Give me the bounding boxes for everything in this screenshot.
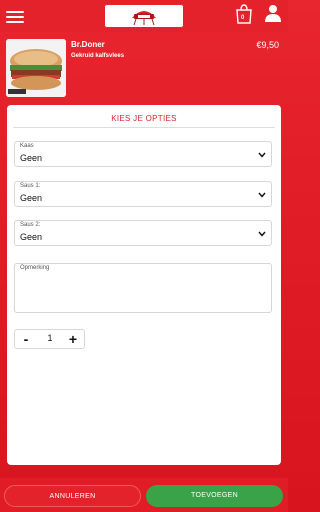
saus2-select[interactable]: Saus 2: Geen	[14, 220, 272, 246]
remark-label: Opmerking	[20, 265, 50, 271]
saus1-value: Geen	[20, 193, 43, 203]
saus2-label: Saus 2:	[20, 222, 41, 228]
product-price: €9,50	[256, 40, 279, 50]
cart-count: 0	[241, 15, 245, 21]
add-to-cart-button[interactable]: TOEVOEGEN	[146, 485, 283, 507]
product-image	[6, 39, 66, 97]
restaurant-logo[interactable]	[105, 5, 183, 27]
top-bar: 0	[0, 0, 288, 32]
kaas-label: Kaas	[20, 143, 34, 149]
saus2-value: Geen	[20, 232, 43, 242]
product-name: Br.Doner	[71, 40, 105, 49]
chevron-down-icon	[258, 231, 266, 237]
saus1-select[interactable]: Saus 1: Geen	[14, 181, 272, 207]
quantity-stepper: - 1 +	[14, 329, 85, 349]
saus1-label: Saus 1:	[20, 183, 41, 189]
cancel-button[interactable]: ANNULEREN	[4, 485, 141, 507]
divider	[13, 127, 275, 128]
user-icon[interactable]	[264, 4, 282, 22]
bottom-bar: ANNULEREN TOEVOEGEN	[0, 478, 288, 512]
product-description: Gekruid kalfsvlees	[71, 53, 125, 59]
decrement-button[interactable]: -	[16, 330, 36, 348]
options-title: KIES JE OPTIES	[111, 114, 177, 123]
chevron-down-icon	[258, 152, 266, 158]
shopping-bag-icon[interactable]: 0	[235, 4, 253, 24]
remark-field[interactable]: Opmerking	[14, 263, 272, 313]
kaas-select[interactable]: Kaas Geen	[14, 141, 272, 167]
chevron-down-icon	[258, 192, 266, 198]
hamburger-icon[interactable]	[6, 8, 24, 24]
options-panel: KIES JE OPTIES Kaas Geen Saus 1: Geen Sa…	[7, 105, 281, 465]
increment-button[interactable]: +	[63, 330, 83, 348]
product-summary: Br.Doner Gekruid kalfsvlees €9,50	[0, 37, 288, 99]
quantity-value: 1	[47, 333, 53, 343]
kaas-value: Geen	[20, 153, 43, 163]
